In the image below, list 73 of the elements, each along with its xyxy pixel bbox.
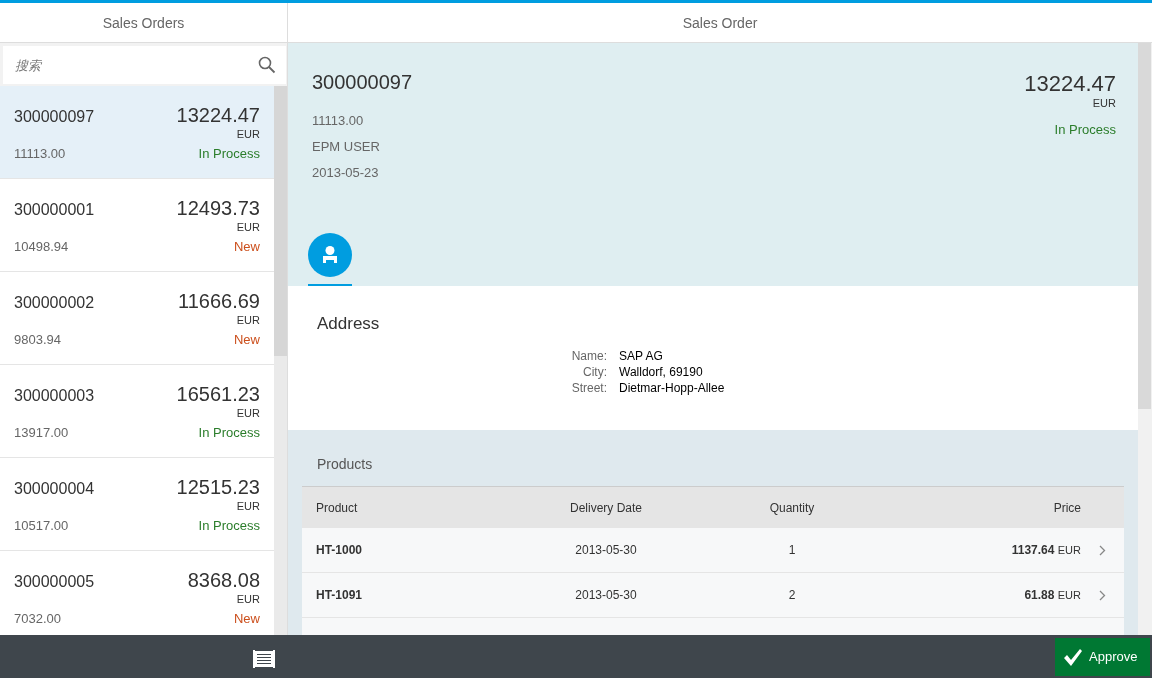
order-amount: 13224.47 [1024, 71, 1116, 97]
pane-title: Sales Order [682, 14, 758, 31]
order-amount: 16561.23 [176, 382, 260, 406]
search-field[interactable]: 搜索 [3, 46, 286, 84]
order-number: 300000097 [312, 71, 413, 94]
order-number: 300000005 [14, 572, 95, 591]
table-cell-text: 1 [787, 543, 797, 557]
table-cell-text: HT-1091 [315, 588, 364, 602]
table-cell-text: 61.88 EUR [1023, 588, 1081, 602]
field-label: Name: [570, 349, 607, 363]
order-number: 300000001 [14, 200, 95, 219]
pane-title: Sales Orders [102, 14, 185, 31]
header-attribute: 11113.00 [312, 112, 365, 130]
field-label: City: [582, 365, 607, 379]
order-amount: 12515.23 [176, 475, 260, 499]
field-label: Street: [570, 381, 607, 395]
scrollbar[interactable] [1138, 43, 1152, 635]
order-number: 300000003 [14, 386, 95, 405]
search-icon[interactable] [258, 56, 276, 74]
order-amount: 8368.08 [187, 568, 260, 592]
column-header: Quantity [768, 500, 816, 515]
table-cell-text: 2 [787, 588, 797, 602]
order-status: In Process [198, 517, 260, 533]
table-row[interactable]: HT-1000 2013-05-30 1 1137.64 EUR [302, 528, 1124, 573]
section-title: Products [316, 456, 374, 474]
scrollbar[interactable] [274, 86, 287, 635]
column-header: Delivery Date [569, 500, 643, 515]
column-header: Price [1052, 500, 1081, 515]
currency: EUR [236, 592, 260, 605]
currency: EUR [236, 499, 260, 512]
currency: EUR [236, 406, 260, 419]
table-cell-text: 2013-05-30 [574, 543, 638, 557]
field-value: Dietmar-Hopp-Allee [619, 381, 726, 395]
currency: EUR [236, 127, 260, 140]
order-status: New [234, 331, 260, 347]
net-amount: 7032.00 [14, 610, 61, 626]
list-item[interactable]: 300000097 13224.47 EUR 11113.00 In Process [0, 86, 274, 179]
currency: EUR [236, 220, 260, 233]
order-status: New [234, 238, 260, 254]
order-number: 300000097 [14, 107, 95, 126]
header-attribute: EPM USER [312, 138, 381, 156]
table-cell-text: 2013-05-30 [574, 588, 638, 602]
net-amount: 11113.00 [14, 145, 66, 161]
order-number: 300000002 [14, 293, 95, 312]
order-amount: 12493.73 [176, 196, 260, 220]
person-icon [320, 245, 340, 265]
order-status: New [234, 610, 260, 626]
table-row[interactable]: HT-1091 2013-05-30 2 61.88 EUR [302, 573, 1124, 618]
net-amount: 9803.94 [14, 331, 61, 347]
field-value: Walldorf, 69190 [619, 365, 704, 379]
net-amount: 10517.00 [14, 517, 69, 533]
icon-tab[interactable] [308, 233, 352, 286]
order-amount: 13224.47 [176, 103, 260, 127]
column-header: Product [315, 500, 359, 515]
order-number: 300000004 [14, 479, 95, 498]
currency: EUR [1092, 97, 1116, 109]
order-status: In Process [1054, 122, 1116, 137]
list-icon[interactable] [253, 649, 275, 668]
field-value: SAP AG [619, 349, 664, 363]
header-attribute: 2013-05-23 [312, 164, 380, 182]
order-status: In Process [198, 145, 260, 161]
section-title: Address [317, 314, 381, 334]
net-amount: 10498.94 [14, 238, 69, 254]
chevron-icon [1099, 544, 1106, 556]
order-status: In Process [198, 424, 260, 440]
table-cell-text: HT-1000 [315, 543, 364, 557]
table-cell-text: 1137.64 EUR [1010, 543, 1081, 557]
net-amount: 13917.00 [14, 424, 69, 440]
approve-button[interactable]: Approve [1055, 637, 1150, 676]
chevron-icon [1099, 589, 1106, 601]
currency: EUR [236, 313, 260, 326]
order-amount: 11666.69 [178, 289, 260, 313]
checkmark-icon [1063, 646, 1083, 667]
